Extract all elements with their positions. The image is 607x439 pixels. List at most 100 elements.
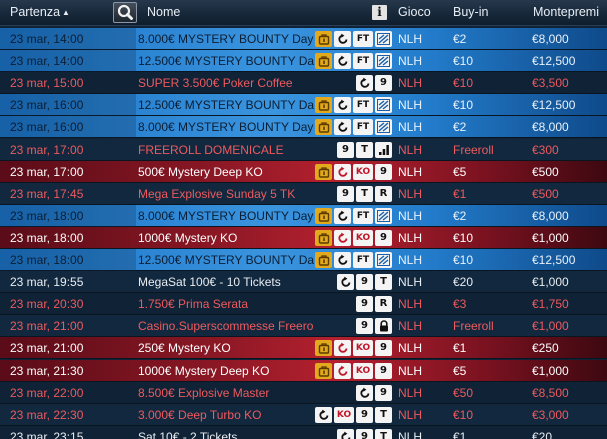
tournament-row[interactable]: 23 mar, 17:00 FREEROLL DOMENICALE 9 T NLH Fre… [0,138,607,161]
tournament-badges: FT [310,116,394,138]
tournament-row[interactable]: 23 mar, 17:45 Mega Explosive Sunday 5 TK 9… [0,182,607,205]
prize-pool: €8,500 [532,385,569,400]
col-buyin-header[interactable]: Buy-in [453,0,488,26]
tournament-name: 8.000€ MYSTERY BOUNTY Day 1 [138,208,314,223]
tournament-badges: 9T [310,271,394,293]
game-type: NLH [398,76,423,91]
game-type: NLH [398,253,423,267]
tournament-badges: FT [310,50,394,72]
rebuy-badge: R [375,185,392,202]
tournament-badges: 9TR [310,183,394,205]
game-type: NLH [398,54,423,69]
start-time: 23 mar, 18:00 [0,249,136,271]
final-table-badge: FT [353,252,373,268]
tournament-row[interactable]: 23 mar, 23:15 Sat 10€ - 2 Tickets 9 T NLH €1 €… [0,425,607,439]
tournament-badges: 9T [310,139,394,161]
start-time: 23 mar, 18:00 [0,204,136,227]
col-name-header[interactable]: Nome [147,0,180,26]
tournament-row[interactable]: 23 mar, 22:00 8.500€ Explosive Master 9 NLH… [0,381,607,404]
game-type: NLH [398,164,423,179]
buy-in: €10 [453,98,474,113]
col-start-header[interactable]: Partenza ▲ [10,0,70,26]
game-type: NLH [398,230,423,245]
bag-icon [315,207,332,224]
tournament-row[interactable]: 23 mar, 14:00 12.500€ MYSTERY BOUNTY Day … [0,50,607,73]
tournament-badges: KO 9 [310,360,394,382]
buy-in: €10 [453,54,474,69]
tournament-name: 8.000€ MYSTERY BOUNTY Day 1 [138,120,314,135]
search-button[interactable] [113,2,137,23]
tournament-row[interactable]: 23 mar, 15:00 SUPER 3.500€ Poker Coffee 9 N… [0,72,607,95]
nine-max-badge: 9 [375,362,392,379]
tournament-row[interactable]: 23 mar, 18:00 1000€ Mystery KO KO 9 NLH €10 €1… [0,226,607,249]
rebuy-icon [334,119,351,136]
start-time: 23 mar, 17:00 [10,142,84,157]
tournament-name: SUPER 3.500€ Poker Coffee [138,76,293,91]
bag-icon [315,97,332,114]
tournament-badges: KO 9 [310,227,394,249]
tournament-row[interactable]: 23 mar, 16:00 8.000€ MYSTERY BOUNTY Day 1… [0,116,607,139]
prize-pool: €20 [532,429,553,439]
col-start-label: Partenza [10,5,61,19]
tournament-name: Mega Explosive Sunday 5 TK [138,186,296,201]
tournament-badges: FT [310,249,394,271]
tournament-name: 12.500€ MYSTERY BOUNTY Day 1 [138,54,314,69]
prize-pool: €250 [532,341,559,356]
col-prize-header[interactable]: Montepremi [533,0,599,26]
tournament-row[interactable]: 23 mar, 18:00 8.000€ MYSTERY BOUNTY Day 1… [0,204,607,227]
prize-pool: €3,500 [532,76,569,91]
tournament-row[interactable]: 23 mar, 21:00 250€ Mystery KO KO 9 NLH €1 €250 [0,337,607,360]
tournament-name: 1000€ Mystery Deep KO [138,363,270,378]
tournament-name: 8.500€ Explosive Master [138,385,270,400]
start-time: 23 mar, 22:00 [10,385,84,400]
start-time: 23 mar, 20:30 [10,297,84,312]
game-type: NLH [398,385,423,400]
ticket-badge: T [375,406,392,423]
tournament-row[interactable]: 23 mar, 21:30 1000€ Mystery Deep KO KO 9 NLH… [0,359,607,382]
tournament-badges: KO 9 [310,161,394,183]
rebuy-icon [334,97,351,114]
rebuy-badge: R [375,296,392,313]
buy-in: €2 [453,120,467,135]
start-time: 23 mar, 15:00 [10,76,84,91]
tournament-row[interactable]: 23 mar, 17:00 500€ Mystery Deep KO KO 9 NLH €… [0,160,607,183]
knockout-badge: KO [353,229,373,246]
buy-in: €10 [453,230,474,245]
col-game-header[interactable]: Gioco [398,0,431,26]
prize-pool: €1,000 [532,319,569,334]
tournament-badges: 9R [310,293,394,315]
bag-icon [315,340,332,357]
nine-max-badge: 9 [375,163,392,180]
rebuy-icon [334,340,351,357]
tournament-badges: 9T [310,426,394,439]
prize-pool: €8,000 [532,120,569,135]
nine-max-badge: 9 [375,340,392,357]
tournament-name: 500€ Mystery Deep KO [138,164,263,179]
turbo-icon [375,119,392,136]
tournament-badges: KO 9 T [310,404,394,426]
tournament-row[interactable]: 23 mar, 14:00 8.000€ MYSTERY BOUNTY Day 1… [0,28,607,50]
nine-max-badge: 9 [375,75,392,92]
start-time: 23 mar, 16:00 [0,94,136,117]
prize-pool: €1,000 [532,363,569,378]
tournament-row[interactable]: 23 mar, 18:00 12.500€ MYSTERY BOUNTY Day … [0,249,607,271]
game-type: NLH [398,142,423,157]
tournament-name: 12.500€ MYSTERY BOUNTY Day 1 [138,253,314,267]
prize-pool: €8,000 [532,32,569,46]
final-table-badge: FT [353,207,373,224]
bag-icon [315,119,332,136]
game-type: NLH [398,120,423,135]
start-time: 23 mar, 21:00 [10,341,84,356]
game-type: NLH [398,98,423,113]
tournament-row[interactable]: 23 mar, 22:30 3.000€ Deep Turbo KO KO 9 T NLH… [0,403,607,426]
tournament-row[interactable]: 23 mar, 16:00 12.500€ MYSTERY BOUNTY Day … [0,94,607,117]
tournament-row[interactable]: 23 mar, 20:30 1.750€ Prima Serata 9 R NLH €3 €… [0,293,607,316]
buy-in: €20 [453,275,474,290]
prize-pool: €500 [532,164,559,179]
buy-in: €5 [453,164,467,179]
buy-in: €3 [453,297,467,312]
rebuy-icon [334,252,351,268]
tournament-row[interactable]: 23 mar, 21:00 Casino.Superscommesse Freer… [0,315,607,338]
info-icon[interactable]: i [372,5,387,20]
tournament-row[interactable]: 23 mar, 19:55 MegaSat 100€ - 10 Tickets 9 T… [0,271,607,294]
